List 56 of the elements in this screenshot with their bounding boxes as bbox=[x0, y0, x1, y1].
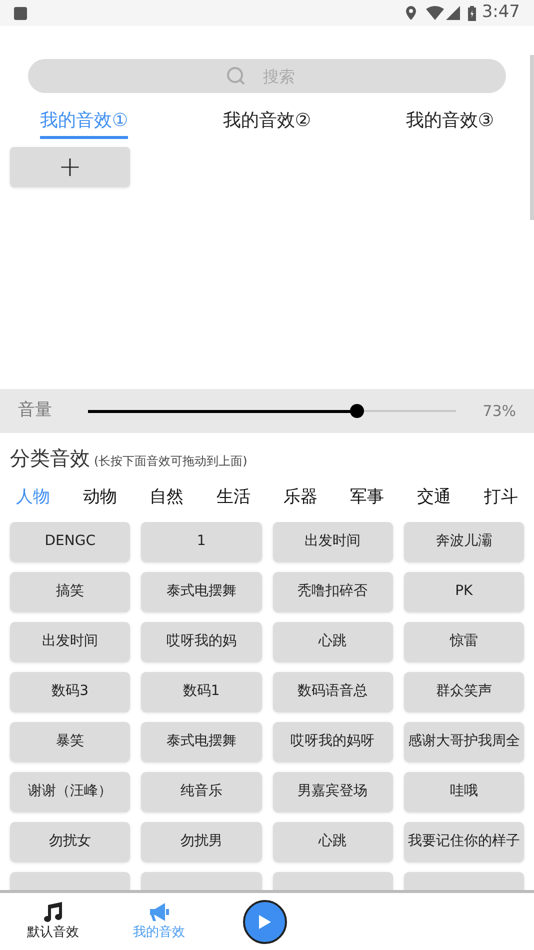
location-icon bbox=[406, 6, 416, 20]
sound-button[interactable]: DENGC bbox=[10, 522, 130, 562]
section-hint: (长按下面音效可拖动到上面) bbox=[94, 453, 248, 470]
category-tab[interactable]: 军事 bbox=[350, 485, 384, 510]
music-note-icon bbox=[42, 900, 64, 923]
sound-button[interactable]: 勿扰女 bbox=[10, 822, 130, 862]
sound-button[interactable]: 哎呀我的妈 bbox=[141, 622, 262, 662]
volume-reading: 73% bbox=[482, 400, 516, 422]
signal-icon bbox=[446, 6, 460, 20]
sound-button[interactable]: 谢谢（汪峰） bbox=[10, 772, 130, 812]
sound-button[interactable]: 出发时间 bbox=[10, 622, 130, 662]
sound-button[interactable]: 数码语音总 bbox=[272, 672, 393, 712]
sound-button[interactable]: 数码3 bbox=[10, 672, 130, 712]
sound-button[interactable]: 哇哦 bbox=[404, 772, 524, 812]
sound-button[interactable]: 秃噜扣碎否 bbox=[272, 572, 393, 612]
category-tab[interactable]: 生活 bbox=[216, 485, 251, 510]
sound-button[interactable]: 我要记住你的样子 bbox=[404, 822, 524, 862]
sound-button[interactable]: 惊雷 bbox=[404, 622, 524, 662]
volume-label: 音量 bbox=[18, 399, 52, 422]
search-icon bbox=[226, 66, 246, 86]
section-title: 分类音效 bbox=[10, 445, 90, 472]
tab[interactable]: 我的音效② bbox=[222, 107, 312, 139]
sound-button[interactable]: 出发时间 bbox=[272, 522, 393, 562]
category-tab[interactable]: 乐器 bbox=[283, 485, 318, 510]
sound-button[interactable]: 勿扰男 bbox=[141, 822, 262, 862]
volume-slider[interactable] bbox=[88, 404, 456, 418]
sound-button[interactable]: 纯音乐 bbox=[141, 772, 262, 812]
sound-button[interactable]: 心跳 bbox=[272, 622, 393, 662]
add-button[interactable]: + bbox=[10, 147, 130, 187]
sound-button[interactable]: 男嘉宾登场 bbox=[272, 772, 393, 812]
slider-thumb[interactable] bbox=[350, 404, 364, 418]
sound-button[interactable]: 泰式电摆舞 bbox=[141, 722, 262, 762]
sound-button[interactable]: PK bbox=[404, 572, 524, 612]
sound-button[interactable]: 泰式电摆舞 bbox=[141, 572, 262, 612]
category-tab[interactable]: 交通 bbox=[417, 485, 452, 510]
play-button[interactable] bbox=[242, 900, 286, 944]
megaphone-icon bbox=[148, 900, 170, 923]
category-tab[interactable]: 动物 bbox=[82, 485, 117, 510]
sound-button[interactable]: 数码1 bbox=[141, 672, 262, 712]
sound-button[interactable]: 感谢大哥护我周全 bbox=[404, 722, 524, 762]
category-tab[interactable]: 打斗 bbox=[484, 485, 518, 510]
play-icon bbox=[258, 914, 270, 928]
nav-tab[interactable]: 默认音效 bbox=[0, 900, 106, 942]
sound-button[interactable]: 哎呀我的妈呀 bbox=[272, 722, 393, 762]
sound-button[interactable]: 搞笑 bbox=[10, 572, 130, 612]
sound-button[interactable]: 暴笑 bbox=[10, 722, 130, 762]
sound-button[interactable]: 1 bbox=[141, 522, 262, 562]
clock-time: 3:47 bbox=[482, 1, 520, 24]
sound-button[interactable]: 心跳 bbox=[272, 822, 393, 862]
app-notification-icon bbox=[14, 6, 27, 20]
tab[interactable]: 我的音效③ bbox=[406, 107, 494, 139]
battery-icon bbox=[468, 6, 476, 20]
category-tab[interactable]: 自然 bbox=[150, 485, 184, 510]
wifi-icon bbox=[426, 6, 444, 20]
sound-button[interactable]: 群众笑声 bbox=[404, 672, 524, 712]
sound-button[interactable]: 奔波儿灞 bbox=[404, 522, 524, 562]
